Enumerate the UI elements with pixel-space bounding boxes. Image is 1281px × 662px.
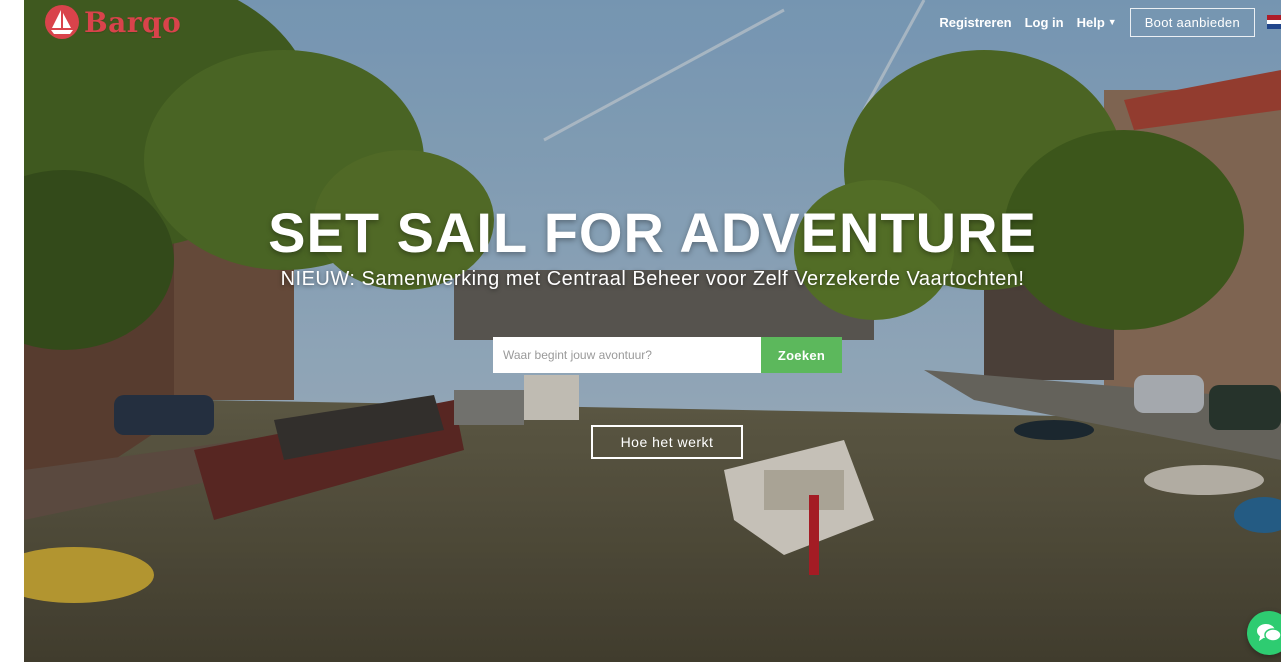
- sailboat-logo-icon: [45, 5, 79, 39]
- dutch-flag-icon[interactable]: [1267, 15, 1281, 30]
- brand-name: Barqo: [84, 5, 182, 39]
- hero-subtitle: NIEUW: Samenwerking met Centraal Beheer …: [280, 268, 1025, 290]
- barqo-logo[interactable]: Barqo: [44, 4, 181, 40]
- search-input[interactable]: [493, 337, 761, 373]
- how-it-works-button[interactable]: Hoe het werkt: [591, 425, 743, 459]
- chat-bubbles-icon: [1257, 624, 1281, 642]
- search-bar: Zoeken: [493, 337, 842, 373]
- page-margin: [0, 0, 24, 662]
- register-link[interactable]: Registreren: [939, 15, 1011, 30]
- search-button[interactable]: Zoeken: [761, 337, 842, 373]
- offer-boat-button[interactable]: Boot aanbieden: [1129, 7, 1255, 37]
- login-link[interactable]: Log in: [1025, 15, 1064, 30]
- help-label: Help: [1076, 14, 1105, 30]
- hero-title: SET SAIL FOR ADVENTURE: [268, 201, 1037, 264]
- top-navigation: Registreren Log in Help ▼ Boot aanbieden: [939, 7, 1281, 37]
- help-dropdown[interactable]: Help ▼: [1077, 15, 1117, 30]
- hero-dark-overlay: [24, 0, 1281, 662]
- caret-down-icon: ▼: [1107, 17, 1117, 27]
- hero-section: Barqo Registreren Log in Help ▼ Boot aan…: [24, 0, 1281, 662]
